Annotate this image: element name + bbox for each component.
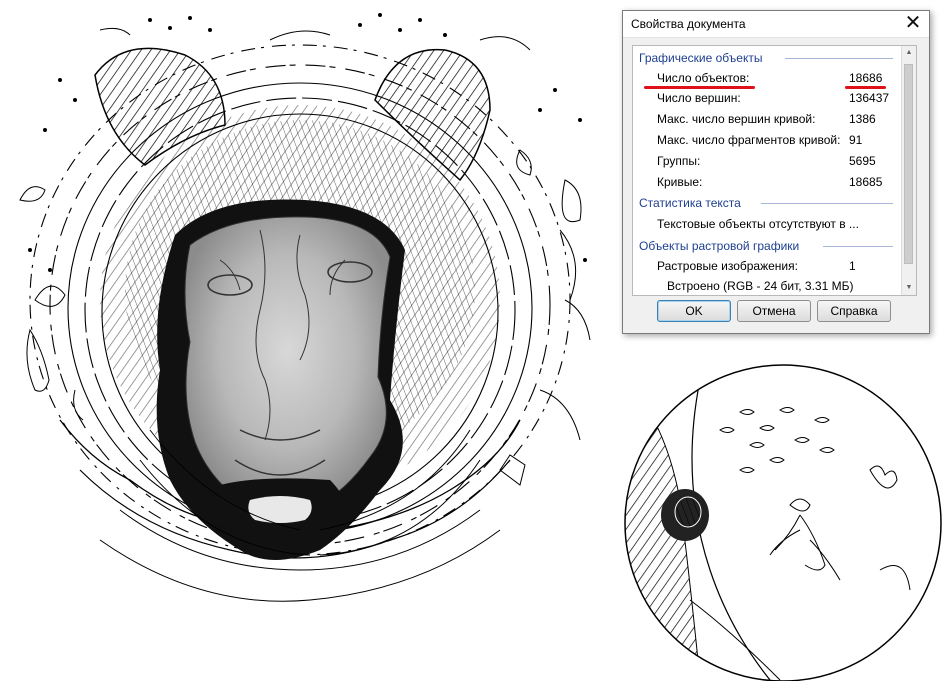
row-label-groups: Группы: — [657, 154, 701, 168]
face-grey — [184, 216, 391, 515]
tiger-illustration — [19, 13, 591, 602]
highlight-underline — [845, 86, 886, 89]
ok-button[interactable]: OK — [657, 300, 731, 322]
row-value-vertex-count: 136437 — [849, 91, 890, 105]
row-value-curves: 18685 — [849, 175, 883, 189]
row-value-raster-images: 1 — [849, 259, 856, 273]
section-raster-objects: Объекты растровой графики — [639, 239, 800, 253]
row-label-max-curve-vertices: Макс. число вершин кривой: — [657, 112, 816, 126]
cancel-button[interactable]: Отмена — [737, 300, 811, 322]
row-value-groups: 5695 — [849, 154, 876, 168]
close-icon[interactable]: ✕ — [897, 11, 929, 37]
scroll-thumb[interactable] — [904, 64, 913, 264]
dialog-title: Свойства документа — [631, 17, 746, 31]
section-divider — [823, 246, 893, 247]
row-label-curves: Кривые: — [657, 175, 703, 189]
scroll-up-icon[interactable]: ▲ — [902, 46, 916, 60]
dialog-titlebar[interactable]: Свойства документа ✕ — [623, 11, 929, 38]
row-value-max-curve-fragments: 91 — [849, 133, 863, 147]
row-label-object-count: Число объектов: — [657, 71, 750, 85]
properties-panel: Графические объекты Число объектов: 1868… — [632, 45, 917, 296]
section-graphic-objects: Графические объекты — [639, 51, 763, 65]
row-label-no-text-objects: Текстовые объекты отсутствуют в ... — [657, 217, 859, 231]
scroll-down-icon[interactable]: ▼ — [902, 281, 916, 295]
zoom-inset — [624, 364, 942, 681]
row-value-object-count: 18686 — [849, 71, 883, 85]
row-label-raster-images: Растровые изображения: — [657, 259, 798, 273]
row-label-vertex-count: Число вершин: — [657, 91, 741, 105]
section-text-statistics: Статистика текста — [639, 196, 741, 210]
highlight-underline — [644, 86, 755, 89]
chin-light — [248, 496, 312, 523]
vertical-scrollbar[interactable]: ▲ ▼ — [901, 46, 916, 295]
document-properties-dialog: Свойства документа ✕ Графические объекты… — [622, 10, 930, 334]
row-label-embedded-raster: Встроено (RGB - 24 бит, 3.31 МБ) — [667, 279, 854, 293]
section-divider — [761, 203, 893, 204]
section-divider — [785, 58, 893, 59]
row-label-max-curve-fragments: Макс. число фрагментов кривой: — [657, 133, 841, 147]
row-value-max-curve-vertices: 1386 — [849, 112, 876, 126]
help-button[interactable]: Справка — [817, 300, 891, 322]
